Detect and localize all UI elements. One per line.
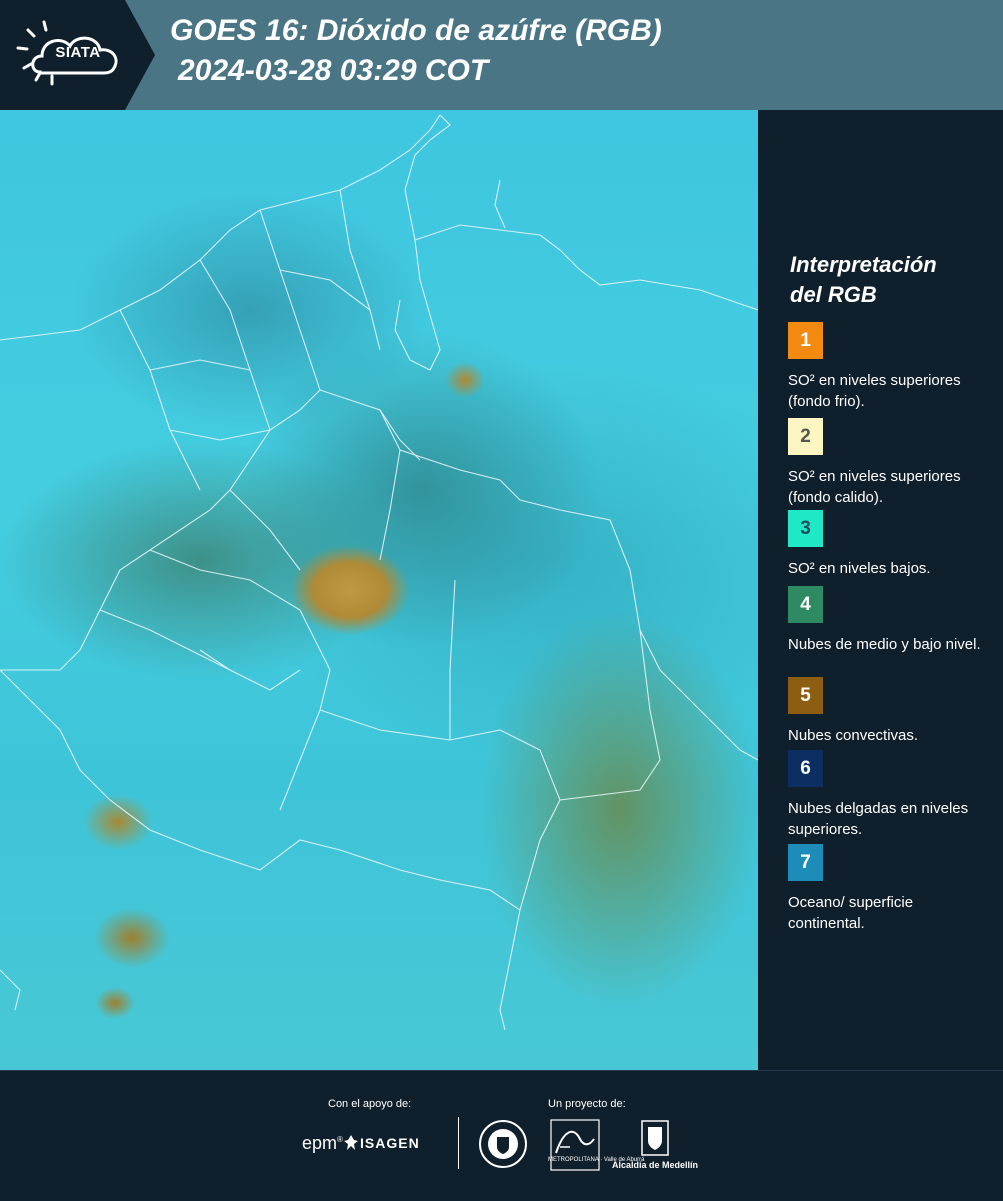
legend-item: 7 Oceano/ superficie continental. bbox=[788, 844, 988, 934]
legend-panel: Interpretación del RGB 1 SO² en niveles … bbox=[758, 110, 1003, 1070]
siata-logo: SIATA bbox=[0, 0, 155, 110]
legend-label: Oceano/ superficie continental. bbox=[788, 894, 914, 932]
legend-item: 5 Nubes convectivas. bbox=[788, 677, 988, 746]
isagen-logo-text: ISAGEN bbox=[360, 1135, 420, 1151]
footer: Con el apoyo de: Un proyecto de: epm® IS… bbox=[0, 1070, 1003, 1201]
legend-label: SO² en niveles bajos. bbox=[788, 560, 931, 577]
legend-item: 2 SO² en niveles superiores (fondo calid… bbox=[788, 418, 988, 508]
medellin-seal-icon bbox=[479, 1120, 527, 1168]
legend-item: 6 Nubes delgadas en niveles superiores. bbox=[788, 750, 988, 840]
siata-logo-text: SIATA bbox=[55, 44, 101, 61]
legend-label: Nubes delgadas en niveles superiores. bbox=[788, 800, 969, 838]
legend-swatch: 2 bbox=[788, 418, 823, 455]
timestamp: 2024-03-28 03:29 COT bbox=[178, 54, 489, 87]
legend-item: 4 Nubes de medio y bajo nivel. bbox=[788, 586, 988, 655]
alcaldia-shield-icon bbox=[641, 1120, 669, 1156]
legend-item: 1 SO² en niveles superiores (fondo frio)… bbox=[788, 322, 988, 412]
area-metropolitana-logo bbox=[550, 1119, 600, 1171]
alcaldia-label: Alcaldía de Medellín bbox=[612, 1160, 699, 1170]
legend-swatch: 3 bbox=[788, 510, 823, 547]
legend-label: Nubes convectivas. bbox=[788, 727, 919, 744]
legend-label: SO² en niveles superiores (fondo frio). bbox=[788, 372, 961, 410]
page-title: GOES 16: Dióxido de azúfre (RGB) bbox=[170, 14, 662, 47]
epm-logo-text: epm bbox=[302, 1133, 338, 1153]
legend-title-line2: del RGB bbox=[790, 282, 877, 307]
header: SIATA GOES 16: Dióxido de azúfre (RGB) 2… bbox=[0, 0, 1003, 110]
legend-label: SO² en niveles superiores (fondo calido)… bbox=[788, 468, 961, 506]
footer-divider bbox=[458, 1117, 459, 1169]
legend-swatch: 1 bbox=[788, 322, 823, 359]
legend-swatch: 7 bbox=[788, 844, 823, 881]
legend-label: Nubes de medio y bajo nivel. bbox=[788, 636, 981, 653]
satellite-map bbox=[0, 110, 758, 1070]
project-label: Un proyecto de: bbox=[548, 1098, 626, 1110]
legend-title: Interpretación del RGB bbox=[790, 250, 990, 310]
boundaries-overlay bbox=[0, 114, 758, 1031]
support-label: Con el apoyo de: bbox=[328, 1098, 412, 1110]
legend-swatch: 5 bbox=[788, 677, 823, 714]
isagen-icon bbox=[344, 1135, 358, 1150]
legend-item: 3 SO² en niveles bajos. bbox=[788, 510, 988, 579]
legend-swatch: 6 bbox=[788, 750, 823, 787]
epm-logo: epm® bbox=[302, 1133, 343, 1153]
legend-title-line1: Interpretación bbox=[790, 252, 937, 277]
legend-swatch: 4 bbox=[788, 586, 823, 623]
